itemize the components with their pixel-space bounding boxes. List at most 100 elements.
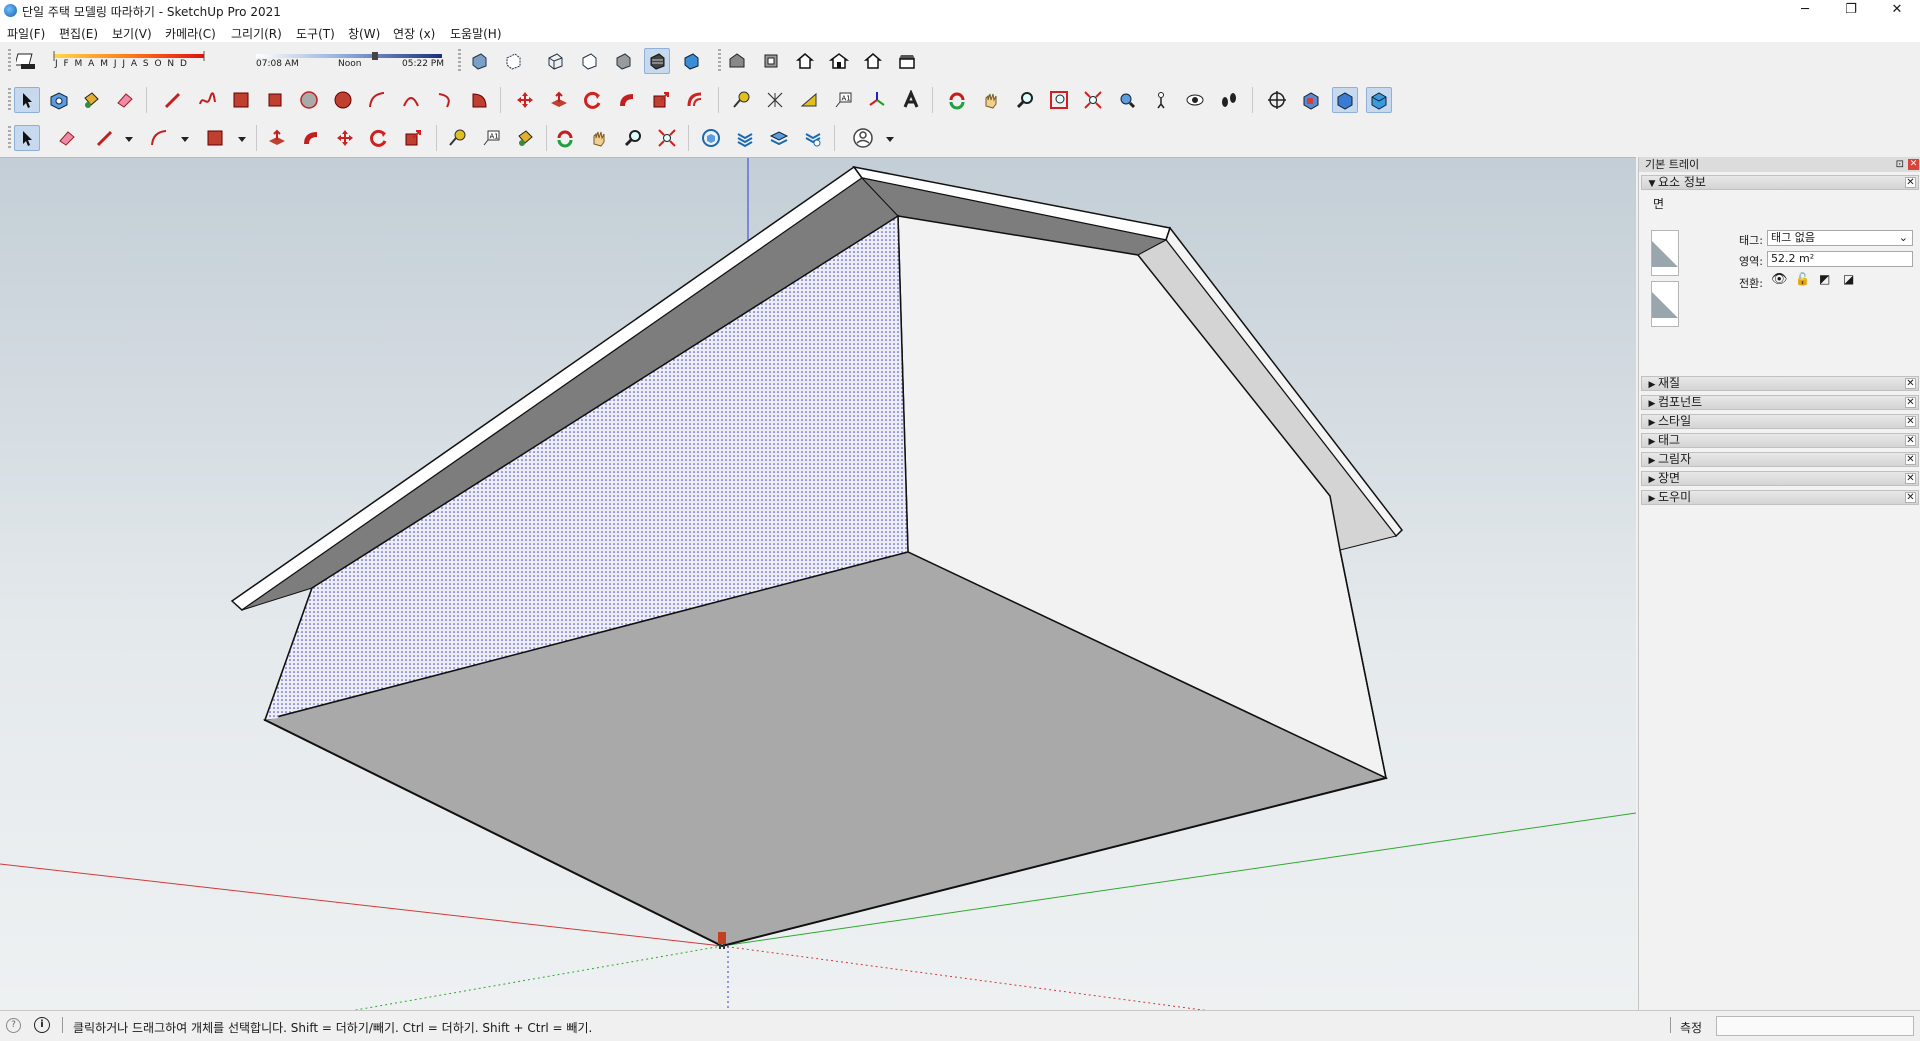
text-small-icon[interactable]: A1 — [478, 125, 504, 151]
walk-tool-icon[interactable] — [1216, 87, 1242, 113]
tag-select[interactable]: 태그 없음 ⌄ — [1767, 230, 1913, 246]
eraser-small-icon[interactable] — [54, 125, 80, 151]
rectangle-tool-icon[interactable] — [228, 87, 254, 113]
line-small-icon[interactable] — [92, 125, 118, 151]
top-view-icon[interactable] — [758, 48, 784, 74]
shaded-textures-style-icon[interactable] — [644, 48, 670, 74]
three-point-arc-icon[interactable] — [432, 87, 458, 113]
close-window-button[interactable]: ✕ — [1874, 0, 1920, 22]
dimension-tool-icon[interactable] — [762, 87, 788, 113]
menu-window[interactable]: 창(W) — [348, 25, 380, 42]
display-section-cuts-icon[interactable] — [1332, 87, 1358, 113]
measurements-input[interactable] — [1716, 1016, 1914, 1036]
menu-camera[interactable]: 카메라(C) — [165, 25, 216, 42]
monochrome-style-icon[interactable] — [678, 48, 704, 74]
panel-close-icon[interactable]: ✕ — [1905, 397, 1916, 408]
receive-shadows-icon[interactable]: ◩ — [1819, 272, 1830, 286]
house-model-scene[interactable] — [0, 158, 1636, 1011]
instructor-info-icon[interactable]: i — [34, 1017, 50, 1033]
panel-shadows[interactable]: ▶ 그림자 ✕ — [1641, 452, 1919, 467]
text-tool-icon[interactable]: A1 — [830, 87, 856, 113]
push-pull-small-icon[interactable] — [264, 125, 290, 151]
scale-tool-icon[interactable] — [648, 87, 674, 113]
panel-close-icon[interactable]: ✕ — [1905, 454, 1916, 465]
shaded-style-icon[interactable] — [610, 48, 636, 74]
zoom-small-icon[interactable] — [620, 125, 646, 151]
follow-me-icon[interactable] — [614, 87, 640, 113]
select-tool-small-icon[interactable] — [14, 125, 40, 151]
axes-tool-icon[interactable] — [864, 87, 890, 113]
menu-edit[interactable]: 편집(E) — [59, 25, 98, 42]
two-point-arc-icon[interactable] — [398, 87, 424, 113]
line-dropdown-arrow[interactable] — [125, 137, 133, 142]
3d-text-icon[interactable] — [898, 87, 924, 113]
toolbar-grip[interactable] — [8, 126, 11, 150]
3d-warehouse-icon[interactable] — [698, 125, 724, 151]
zoom-tool-icon[interactable] — [1012, 87, 1038, 113]
pin-icon[interactable]: ⊡ — [1896, 157, 1904, 172]
panel-components[interactable]: ▶ 컴포넌트 ✕ — [1641, 395, 1919, 410]
account-dropdown-arrow[interactable] — [886, 137, 894, 142]
rotate-tool-icon[interactable] — [580, 87, 606, 113]
move-small-icon[interactable] — [332, 125, 358, 151]
back-view-icon[interactable] — [860, 48, 886, 74]
freehand-tool-icon[interactable] — [194, 87, 220, 113]
pan-tool-icon[interactable] — [978, 87, 1004, 113]
zoom-window-icon[interactable] — [1046, 87, 1072, 113]
back-edges-style-icon[interactable] — [500, 48, 526, 74]
shape-small-icon[interactable] — [202, 125, 228, 151]
right-view-icon[interactable] — [826, 48, 852, 74]
scale-small-icon[interactable] — [400, 125, 426, 151]
shape-dropdown-arrow[interactable] — [238, 137, 246, 142]
tray-close-icon[interactable]: ✕ — [1908, 159, 1919, 170]
pie-tool-icon[interactable] — [466, 87, 492, 113]
panel-tags[interactable]: ▶ 태그 ✕ — [1641, 433, 1919, 448]
menu-draw[interactable]: 그리기(R) — [231, 25, 282, 42]
back-material-swatch[interactable] — [1651, 281, 1679, 327]
circle-tool-icon[interactable] — [296, 87, 322, 113]
front-material-swatch[interactable] — [1651, 230, 1679, 276]
zoom-extents-small-icon[interactable] — [654, 125, 680, 151]
toolbar-grip[interactable] — [8, 49, 11, 73]
orbit-small-icon[interactable] — [552, 125, 578, 151]
toolbar-grip[interactable] — [718, 49, 721, 73]
section-plane-icon[interactable] — [1264, 87, 1290, 113]
position-camera-icon[interactable] — [1148, 87, 1174, 113]
polygon-tool-icon[interactable] — [330, 87, 356, 113]
menu-tools[interactable]: 도구(T) — [296, 25, 335, 42]
toolbar-grip[interactable] — [8, 88, 11, 112]
offset-tool-icon[interactable] — [682, 87, 708, 113]
toolbar-grip[interactable] — [458, 49, 461, 73]
zoom-extents-icon[interactable] — [1080, 87, 1106, 113]
menu-extensions[interactable]: 연장 (x) — [393, 25, 435, 42]
protractor-icon[interactable] — [796, 87, 822, 113]
previous-view-icon[interactable] — [1114, 87, 1140, 113]
panel-close-icon[interactable]: ✕ — [1905, 177, 1916, 188]
panel-styles[interactable]: ▶ 스타일 ✕ — [1641, 414, 1919, 429]
paint-bucket-small-icon[interactable] — [512, 125, 538, 151]
panel-close-icon[interactable]: ✕ — [1905, 416, 1916, 427]
rotated-rectangle-icon[interactable] — [262, 87, 288, 113]
make-component-icon[interactable] — [46, 87, 72, 113]
wireframe-style-icon[interactable] — [542, 48, 568, 74]
tape-measure-small-icon[interactable] — [444, 125, 470, 151]
panel-scenes[interactable]: ▶ 장면 ✕ — [1641, 471, 1919, 486]
hidden-toggle-eye-icon[interactable]: 👁 — [1771, 272, 1788, 287]
restore-button[interactable]: ❐ — [1828, 0, 1874, 22]
panel-close-icon[interactable]: ✕ — [1905, 435, 1916, 446]
display-section-planes-icon[interactable] — [1298, 87, 1324, 113]
menu-view[interactable]: 보기(V) — [112, 25, 152, 42]
move-tool-icon[interactable] — [512, 87, 538, 113]
tape-measure-icon[interactable] — [728, 87, 754, 113]
xray-style-icon[interactable] — [466, 48, 492, 74]
model-viewport[interactable] — [0, 157, 1636, 1011]
panel-materials[interactable]: ▶ 재질 ✕ — [1641, 376, 1919, 391]
lock-toggle-icon[interactable]: 🔓 — [1795, 272, 1810, 286]
eraser-icon[interactable] — [112, 87, 138, 113]
paint-bucket-icon[interactable] — [78, 87, 104, 113]
account-icon[interactable] — [850, 125, 876, 151]
panel-entity-info[interactable]: ▼ 요소 정보 ✕ — [1641, 175, 1919, 190]
display-section-fill-icon[interactable] — [1366, 87, 1392, 113]
shadow-toggle-button[interactable] — [14, 48, 40, 74]
panel-close-icon[interactable]: ✕ — [1905, 378, 1916, 389]
